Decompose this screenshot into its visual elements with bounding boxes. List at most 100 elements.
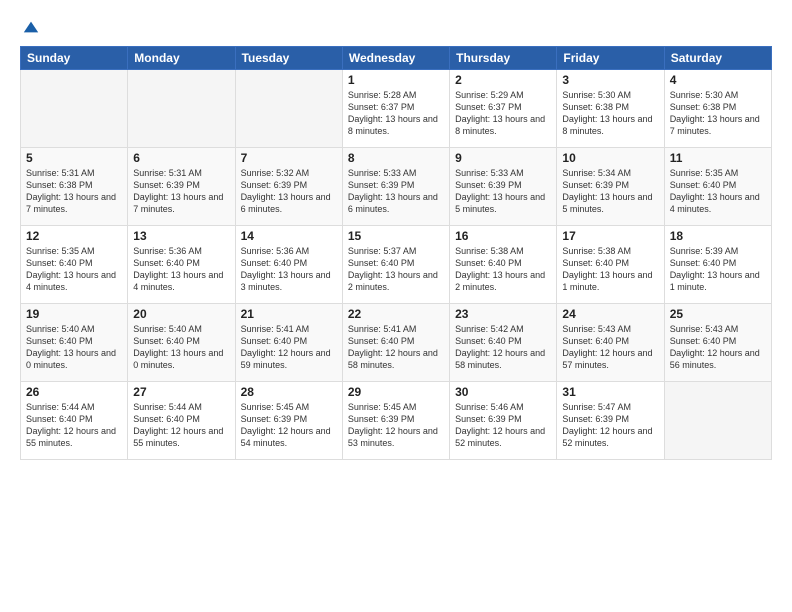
- day-number: 6: [133, 151, 229, 165]
- day-number: 26: [26, 385, 122, 399]
- calendar-cell: 13 Sunrise: 5:36 AMSunset: 6:40 PMDayligh…: [128, 226, 235, 304]
- day-info: Sunrise: 5:35 AMSunset: 6:40 PMDaylight:…: [670, 167, 766, 216]
- day-number: 27: [133, 385, 229, 399]
- calendar-cell: 26 Sunrise: 5:44 AMSunset: 6:40 PMDayligh…: [21, 382, 128, 460]
- day-number: 29: [348, 385, 444, 399]
- day-info: Sunrise: 5:33 AMSunset: 6:39 PMDaylight:…: [455, 167, 551, 216]
- day-info: Sunrise: 5:28 AMSunset: 6:37 PMDaylight:…: [348, 89, 444, 138]
- day-info: Sunrise: 5:40 AMSunset: 6:40 PMDaylight:…: [133, 323, 229, 372]
- calendar-cell: 19 Sunrise: 5:40 AMSunset: 6:40 PMDayligh…: [21, 304, 128, 382]
- calendar-header-thursday: Thursday: [450, 47, 557, 70]
- day-info: Sunrise: 5:44 AMSunset: 6:40 PMDaylight:…: [133, 401, 229, 450]
- calendar-week-row: 12Sunrise: 5:35 AMSunset: 6:40 PMDayligh…: [21, 226, 772, 304]
- calendar-cell: 15 Sunrise: 5:37 AMSunset: 6:40 PMDayligh…: [342, 226, 449, 304]
- day-info: Sunrise: 5:42 AMSunset: 6:40 PMDaylight:…: [455, 323, 551, 372]
- calendar-header-saturday: Saturday: [664, 47, 771, 70]
- day-info: Sunrise: 5:33 AMSunset: 6:39 PMDaylight:…: [348, 167, 444, 216]
- day-info: Sunrise: 5:41 AMSunset: 6:40 PMDaylight:…: [241, 323, 337, 372]
- day-number: 17: [562, 229, 658, 243]
- calendar-header-sunday: Sunday: [21, 47, 128, 70]
- day-number: 11: [670, 151, 766, 165]
- day-info: Sunrise: 5:43 AMSunset: 6:40 PMDaylight:…: [670, 323, 766, 372]
- day-info: Sunrise: 5:30 AMSunset: 6:38 PMDaylight:…: [562, 89, 658, 138]
- day-number: 23: [455, 307, 551, 321]
- day-number: 20: [133, 307, 229, 321]
- day-number: 15: [348, 229, 444, 243]
- calendar-cell: 4Sunrise: 5:30 AMSunset: 6:38 PMDaylight…: [664, 70, 771, 148]
- day-info: Sunrise: 5:46 AMSunset: 6:39 PMDaylight:…: [455, 401, 551, 450]
- calendar-cell: 11 Sunrise: 5:35 AMSunset: 6:40 PMDayligh…: [664, 148, 771, 226]
- calendar-cell: 30 Sunrise: 5:46 AMSunset: 6:39 PMDayligh…: [450, 382, 557, 460]
- day-number: 19: [26, 307, 122, 321]
- day-info: Sunrise: 5:32 AMSunset: 6:39 PMDaylight:…: [241, 167, 337, 216]
- day-number: 30: [455, 385, 551, 399]
- day-number: 1: [348, 73, 444, 87]
- calendar-week-row: 26 Sunrise: 5:44 AMSunset: 6:40 PMDayligh…: [21, 382, 772, 460]
- day-number: 28: [241, 385, 337, 399]
- day-number: 14: [241, 229, 337, 243]
- day-info: Sunrise: 5:44 AMSunset: 6:40 PMDaylight:…: [26, 401, 122, 450]
- calendar-cell: 25 Sunrise: 5:43 AMSunset: 6:40 PMDayligh…: [664, 304, 771, 382]
- page-header: [20, 18, 772, 36]
- calendar-cell: 22 Sunrise: 5:41 AMSunset: 6:40 PMDayligh…: [342, 304, 449, 382]
- calendar-cell: [235, 70, 342, 148]
- calendar-cell: 14 Sunrise: 5:36 AMSunset: 6:40 PMDayligh…: [235, 226, 342, 304]
- calendar-cell: [664, 382, 771, 460]
- day-info: Sunrise: 5:41 AMSunset: 6:40 PMDaylight:…: [348, 323, 444, 372]
- calendar-cell: 20 Sunrise: 5:40 AMSunset: 6:40 PMDayligh…: [128, 304, 235, 382]
- calendar-cell: 7 Sunrise: 5:32 AMSunset: 6:39 PMDaylight…: [235, 148, 342, 226]
- day-info: Sunrise: 5:40 AMSunset: 6:40 PMDaylight:…: [26, 323, 122, 372]
- day-number: 22: [348, 307, 444, 321]
- day-info: Sunrise: 5:34 AMSunset: 6:39 PMDaylight:…: [562, 167, 658, 216]
- calendar-cell: [128, 70, 235, 148]
- day-number: 10: [562, 151, 658, 165]
- calendar-header-monday: Monday: [128, 47, 235, 70]
- calendar-cell: 9 Sunrise: 5:33 AMSunset: 6:39 PMDaylight…: [450, 148, 557, 226]
- calendar-week-row: 5 Sunrise: 5:31 AMSunset: 6:38 PMDaylight…: [21, 148, 772, 226]
- day-info: Sunrise: 5:35 AMSunset: 6:40 PMDaylight:…: [26, 245, 122, 294]
- calendar-cell: 23 Sunrise: 5:42 AMSunset: 6:40 PMDayligh…: [450, 304, 557, 382]
- day-number: 5: [26, 151, 122, 165]
- calendar-cell: [21, 70, 128, 148]
- calendar-cell: 3 Sunrise: 5:30 AMSunset: 6:38 PMDaylight…: [557, 70, 664, 148]
- calendar-cell: 6Sunrise: 5:31 AMSunset: 6:39 PMDaylight…: [128, 148, 235, 226]
- day-info: Sunrise: 5:36 AMSunset: 6:40 PMDaylight:…: [133, 245, 229, 294]
- day-info: Sunrise: 5:47 AMSunset: 6:39 PMDaylight:…: [562, 401, 658, 450]
- day-info: Sunrise: 5:36 AMSunset: 6:40 PMDaylight:…: [241, 245, 337, 294]
- day-number: 4: [670, 73, 766, 87]
- day-number: 9: [455, 151, 551, 165]
- day-info: Sunrise: 5:37 AMSunset: 6:40 PMDaylight:…: [348, 245, 444, 294]
- calendar-cell: 27 Sunrise: 5:44 AMSunset: 6:40 PMDayligh…: [128, 382, 235, 460]
- day-info: Sunrise: 5:31 AMSunset: 6:38 PMDaylight:…: [26, 167, 122, 216]
- day-number: 13: [133, 229, 229, 243]
- day-info: Sunrise: 5:45 AMSunset: 6:39 PMDaylight:…: [348, 401, 444, 450]
- day-info: Sunrise: 5:38 AMSunset: 6:40 PMDaylight:…: [562, 245, 658, 294]
- day-info: Sunrise: 5:43 AMSunset: 6:40 PMDaylight:…: [562, 323, 658, 372]
- day-number: 31: [562, 385, 658, 399]
- day-number: 3: [562, 73, 658, 87]
- calendar-cell: 1 Sunrise: 5:28 AMSunset: 6:37 PMDaylight…: [342, 70, 449, 148]
- day-info: Sunrise: 5:38 AMSunset: 6:40 PMDaylight:…: [455, 245, 551, 294]
- day-number: 2: [455, 73, 551, 87]
- calendar-cell: 24 Sunrise: 5:43 AMSunset: 6:40 PMDayligh…: [557, 304, 664, 382]
- day-number: 24: [562, 307, 658, 321]
- day-number: 7: [241, 151, 337, 165]
- calendar-cell: 10 Sunrise: 5:34 AMSunset: 6:39 PMDayligh…: [557, 148, 664, 226]
- logo: [20, 18, 40, 36]
- calendar-header-wednesday: Wednesday: [342, 47, 449, 70]
- calendar-week-row: 1 Sunrise: 5:28 AMSunset: 6:37 PMDaylight…: [21, 70, 772, 148]
- calendar-cell: 2Sunrise: 5:29 AMSunset: 6:37 PMDaylight…: [450, 70, 557, 148]
- calendar-cell: 17 Sunrise: 5:38 AMSunset: 6:40 PMDayligh…: [557, 226, 664, 304]
- day-number: 18: [670, 229, 766, 243]
- calendar-cell: 16 Sunrise: 5:38 AMSunset: 6:40 PMDayligh…: [450, 226, 557, 304]
- day-number: 16: [455, 229, 551, 243]
- calendar-cell: 18Sunrise: 5:39 AMSunset: 6:40 PMDayligh…: [664, 226, 771, 304]
- calendar-header-row: SundayMondayTuesdayWednesdayThursdayFrid…: [21, 47, 772, 70]
- logo-icon: [22, 18, 40, 36]
- day-number: 8: [348, 151, 444, 165]
- day-info: Sunrise: 5:45 AMSunset: 6:39 PMDaylight:…: [241, 401, 337, 450]
- calendar-cell: 31 Sunrise: 5:47 AMSunset: 6:39 PMDayligh…: [557, 382, 664, 460]
- day-number: 25: [670, 307, 766, 321]
- calendar-week-row: 19 Sunrise: 5:40 AMSunset: 6:40 PMDayligh…: [21, 304, 772, 382]
- calendar-cell: 28 Sunrise: 5:45 AMSunset: 6:39 PMDayligh…: [235, 382, 342, 460]
